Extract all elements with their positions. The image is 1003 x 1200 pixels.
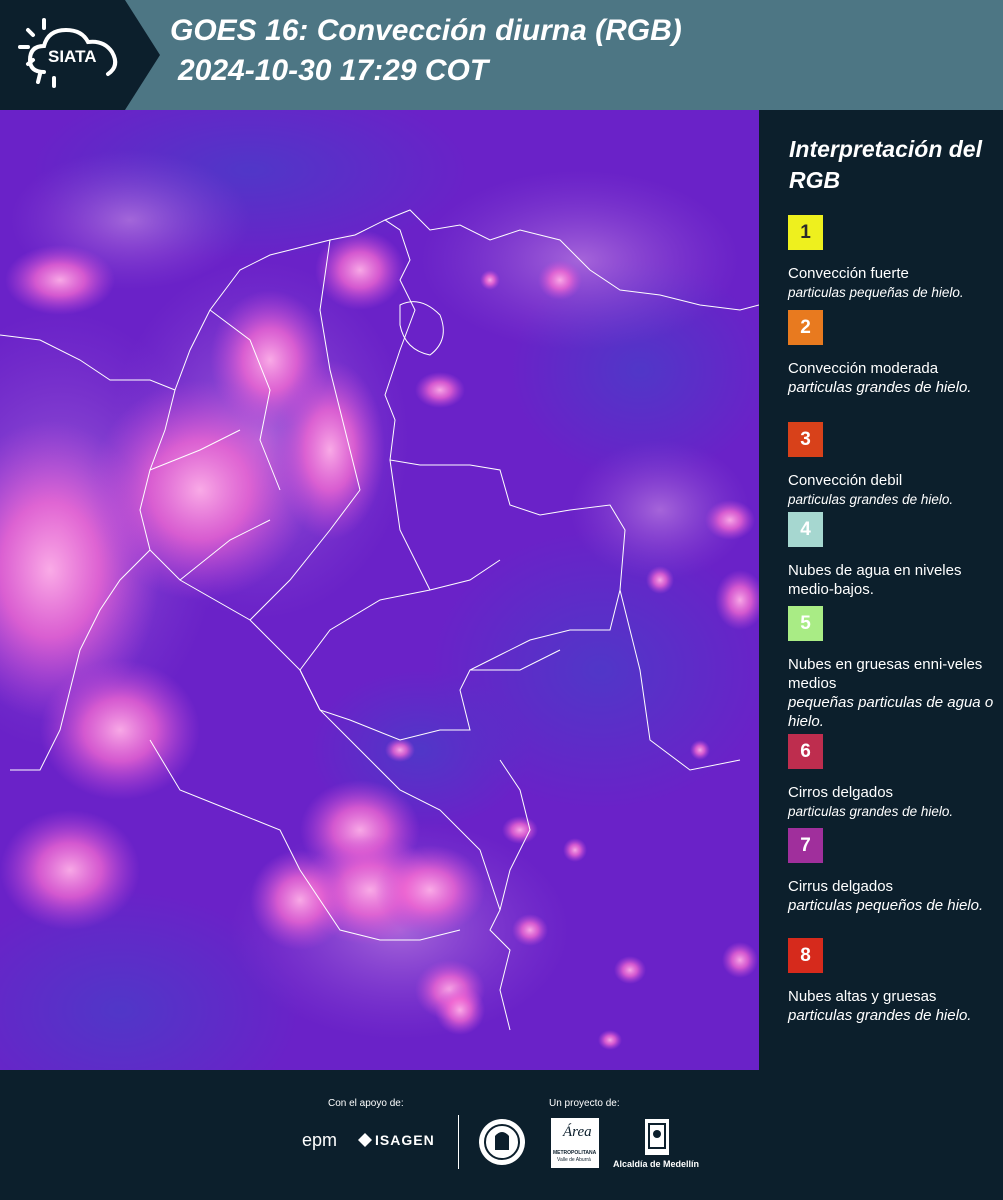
footer: Con el apoyo de: Un proyecto de: epm ISA… <box>0 1070 1003 1200</box>
project-label: Un proyecto de: <box>549 1098 620 1109</box>
legend-swatch-6: 6 <box>788 734 823 769</box>
legend-item-2: 2 Convección moderada particulas grandes… <box>788 310 998 397</box>
header-bar: SIATA GOES 16: Convección diurna (RGB) 2… <box>0 0 1003 110</box>
legend-swatch-8: 8 <box>788 938 823 973</box>
legend-item-7: 7 Cirrus delgados particulas pequeños de… <box>788 828 998 915</box>
legend-item-1: 1 Convección fuerte particulas pequeñas … <box>788 215 998 302</box>
satellite-map[interactable] <box>0 110 759 1070</box>
legend-item-name: Cirrus delgados <box>788 878 894 895</box>
isagen-icon <box>358 1133 372 1147</box>
timestamp: 2024-10-30 17:29 COT <box>178 54 489 87</box>
logo-text: SIATA <box>48 47 96 66</box>
legend-title: Interpretación del RGB <box>789 136 982 193</box>
legend-item-name: Nubes en gruesas enni-veles medios <box>788 656 983 692</box>
support-label: Con el apoyo de: <box>328 1098 404 1109</box>
legend-item-5: 5 Nubes en gruesas enni-veles medios peq… <box>788 606 998 731</box>
legend-swatch-1: 1 <box>788 215 823 250</box>
area-metropolitana-name: Área <box>563 1124 592 1140</box>
alcaldia-label: Alcaldía de Medellín <box>613 1159 700 1169</box>
legend-swatch-4: 4 <box>788 512 823 547</box>
legend-item-description: particulas pequeñas de hielo. <box>788 285 964 300</box>
legend-item-3: 3 Convección debil particulas grandes de… <box>788 422 998 509</box>
legend-item-description: particulas grandes de hielo. <box>788 1007 972 1024</box>
legend-item-8: 8 Nubes altas y gruesas particulas grand… <box>788 938 998 1025</box>
isagen-logo[interactable]: ISAGEN <box>375 1132 435 1148</box>
legend-item-name: Nubes de agua en niveles medio-bajos. <box>788 562 962 598</box>
legend-panel: Interpretación del RGB 1 Convección fuer… <box>759 110 1003 1070</box>
area-metropolitana-subtitle2: Valle de Aburrá <box>557 1157 591 1163</box>
footer-divider <box>458 1115 459 1169</box>
legend-swatch-7: 7 <box>788 828 823 863</box>
legend-swatch-3: 3 <box>788 422 823 457</box>
legend-item-6: 6 Cirros delgados particulas grandes de … <box>788 734 998 821</box>
legend-item-description: pequeñas particulas de agua o hielo. <box>788 694 994 730</box>
legend-item-name: Convección fuerte <box>788 265 909 282</box>
area-metropolitana-subtitle: METROPOLITANA <box>553 1150 597 1156</box>
legend-item-name: Cirros delgados <box>788 784 894 801</box>
legend-item-4: 4 Nubes de agua en niveles medio-bajos. <box>788 512 998 599</box>
legend-item-description: particulas grandes de hielo. <box>788 379 972 396</box>
legend-item-description: particulas grandes de hielo. <box>788 804 954 819</box>
page-title: GOES 16: Convección diurna (RGB) <box>170 14 682 47</box>
legend-item-name: Convección moderada <box>788 360 939 377</box>
legend-swatch-2: 2 <box>788 310 823 345</box>
legend-item-name: Convección debil <box>788 472 903 489</box>
alcaldia-seal-icon[interactable] <box>644 1118 670 1161</box>
legend-item-name: Nubes altas y gruesas <box>788 988 937 1005</box>
siata-logo[interactable]: SIATA <box>0 0 160 110</box>
epm-logo[interactable]: epm <box>302 1130 337 1151</box>
gobernacion-seal-icon[interactable] <box>478 1118 526 1171</box>
legend-item-description: particulas pequeños de hielo. <box>788 897 984 914</box>
legend-swatch-5: 5 <box>788 606 823 641</box>
area-metropolitana-logo[interactable]: Área METROPOLITANA Valle de Aburrá <box>551 1118 599 1168</box>
legend-item-description: particulas grandes de hielo. <box>788 492 954 507</box>
